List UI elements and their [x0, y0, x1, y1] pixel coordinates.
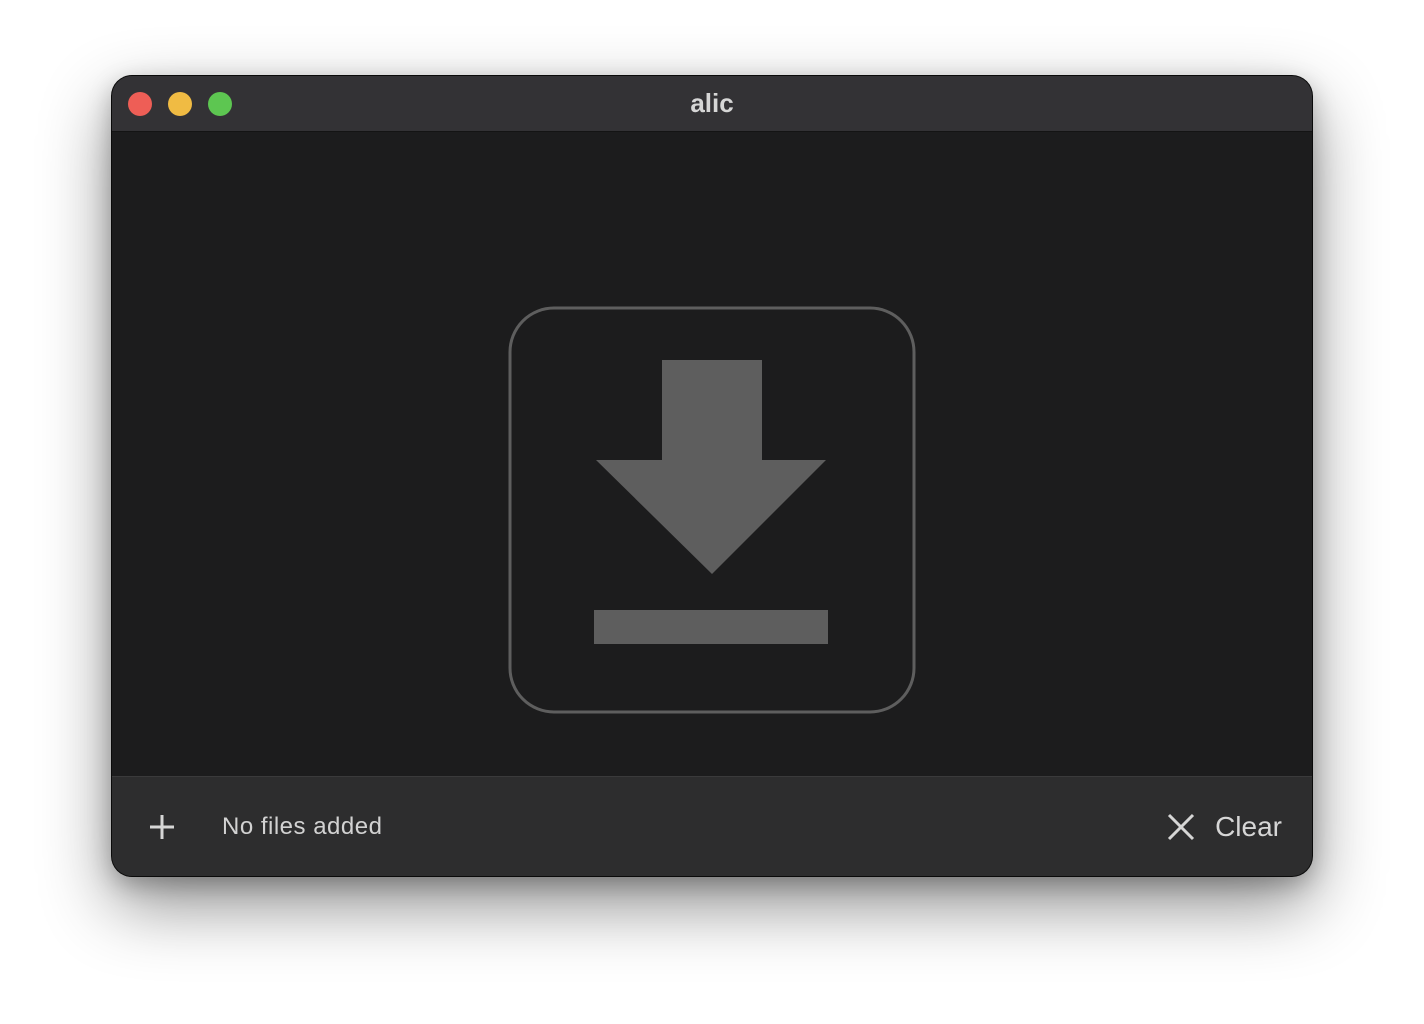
footer-bar: No files added Clear: [112, 776, 1312, 876]
download-icon: [508, 306, 916, 714]
status-text: No files added: [222, 813, 383, 840]
close-x-icon: [1168, 813, 1195, 841]
add-files-button[interactable]: [142, 807, 182, 847]
window-title: alic: [690, 88, 734, 118]
plus-icon: [150, 815, 174, 839]
app-window: alic No files added Clear: [112, 76, 1312, 876]
file-drop-area[interactable]: [112, 132, 1312, 776]
title-bar[interactable]: alic: [112, 76, 1312, 132]
clear-button[interactable]: Clear: [1165, 801, 1282, 853]
clear-button-label: Clear: [1215, 811, 1282, 842]
